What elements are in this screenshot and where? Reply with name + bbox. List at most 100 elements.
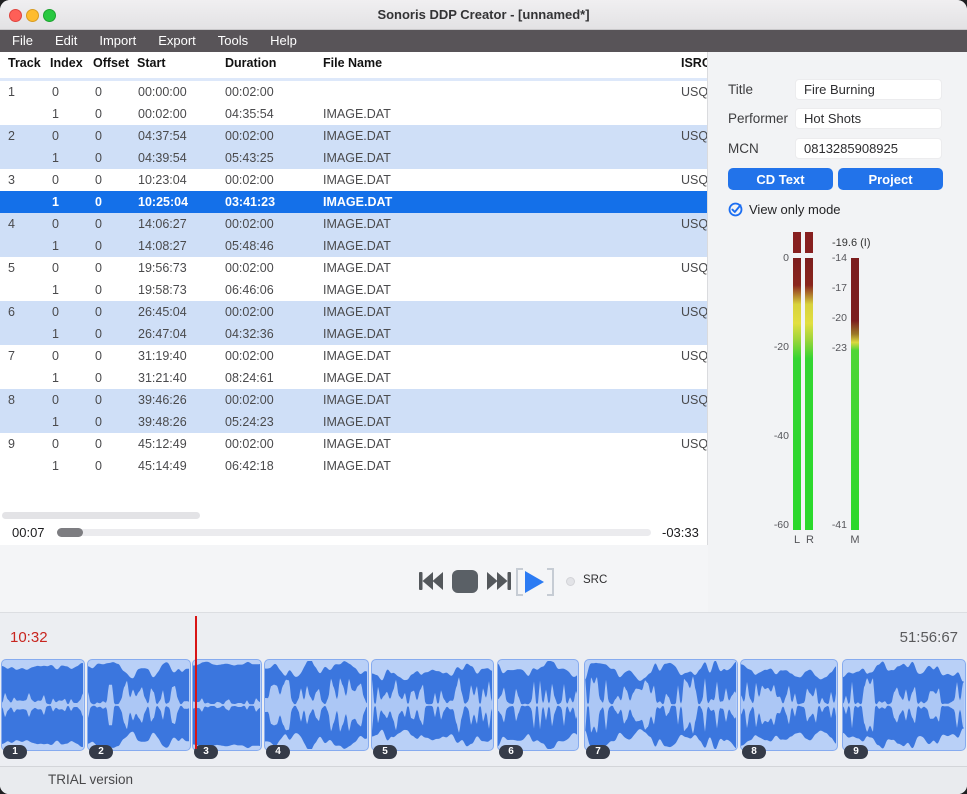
table-row[interactable]: 60026:45:0400:02:00IMAGE.DATUSQ	[0, 301, 708, 323]
mcn-field[interactable]: 0813285908925	[795, 138, 942, 159]
cell-start: 14:08:27	[138, 235, 187, 257]
next-track-button[interactable]	[487, 571, 511, 594]
waveform-track-segment[interactable]	[584, 659, 738, 751]
track-number-badge: 7	[586, 745, 610, 759]
stop-button[interactable]	[452, 570, 478, 593]
table-row[interactable]: 30010:23:0400:02:00IMAGE.DATUSQ	[0, 169, 708, 191]
cell-file: IMAGE.DAT	[323, 213, 391, 235]
table-row[interactable]: 1039:48:2605:24:23IMAGE.DAT	[0, 411, 708, 433]
cell-track: 4	[8, 213, 15, 235]
menu-item-help[interactable]: Help	[270, 30, 297, 52]
cell-index: 1	[52, 411, 59, 433]
table-row[interactable]: 1010:25:0403:41:23IMAGE.DAT	[0, 191, 708, 213]
play-focus-bracket-left	[516, 568, 523, 596]
project-button[interactable]: Project	[838, 168, 943, 190]
waveform-track-segment[interactable]	[264, 659, 369, 751]
table-row[interactable]: 1004:39:5405:43:25IMAGE.DAT	[0, 147, 708, 169]
menu-item-tools[interactable]: Tools	[218, 30, 248, 52]
table-row[interactable]: 40014:06:2700:02:00IMAGE.DATUSQ	[0, 213, 708, 235]
table-row[interactable]: 1031:21:4008:24:61IMAGE.DAT	[0, 367, 708, 389]
play-button[interactable]	[524, 570, 545, 597]
cell-isrc: USQ	[681, 389, 708, 411]
table-row[interactable]: 80039:46:2600:02:00IMAGE.DATUSQ	[0, 389, 708, 411]
cell-file: IMAGE.DAT	[323, 301, 391, 323]
player-seek-row: 00:07 -03:33	[0, 522, 707, 545]
playhead-cursor[interactable]	[195, 616, 197, 749]
cell-index: 1	[52, 279, 59, 301]
performer-field[interactable]: Hot Shots	[795, 108, 942, 129]
track-number-badge: 6	[499, 745, 523, 759]
waveform-track-segment[interactable]	[87, 659, 191, 751]
cell-track: 9	[8, 433, 15, 455]
column-header-duration[interactable]: Duration	[225, 56, 276, 70]
track-number-badge: 4	[266, 745, 290, 759]
seek-slider-thumb[interactable]	[57, 528, 83, 537]
clip-indicator-right	[805, 232, 813, 253]
table-row[interactable]: 1026:47:0404:32:36IMAGE.DAT	[0, 323, 708, 345]
cell-track: 3	[8, 169, 15, 191]
cell-isrc: USQ	[681, 169, 708, 191]
cell-index: 1	[52, 191, 59, 213]
waveform-track-segment[interactable]	[740, 659, 838, 751]
cell-duration: 05:24:23	[225, 411, 274, 433]
title-field[interactable]: Fire Burning	[795, 79, 942, 100]
column-header-track[interactable]: Track	[8, 56, 41, 70]
seek-slider[interactable]	[57, 529, 651, 536]
table-row[interactable]: 20004:37:5400:02:00IMAGE.DATUSQ	[0, 125, 708, 147]
cell-duration: 06:46:06	[225, 279, 274, 301]
waveform-track-segment[interactable]	[371, 659, 494, 751]
cell-track: 1	[8, 81, 15, 103]
m-scale-tick: -20	[817, 312, 847, 324]
cell-isrc: USQ	[681, 345, 708, 367]
cell-start: 19:58:73	[138, 279, 187, 301]
cell-file: IMAGE.DAT	[323, 455, 391, 477]
menu-item-edit[interactable]: Edit	[55, 30, 77, 52]
table-row[interactable]: 1000:02:0004:35:54IMAGE.DAT	[0, 103, 708, 125]
cell-index: 0	[52, 169, 59, 191]
cell-start: 10:23:04	[138, 169, 187, 191]
table-row[interactable]: 50019:56:7300:02:00IMAGE.DATUSQ	[0, 257, 708, 279]
src-label: SRC	[583, 574, 607, 586]
table-row[interactable]: 1019:58:7306:46:06IMAGE.DAT	[0, 279, 708, 301]
column-header-isrc[interactable]: ISRC	[681, 56, 708, 70]
trial-version-text: TRIAL version	[48, 772, 133, 787]
cell-duration: 00:02:00	[225, 81, 274, 103]
cell-index: 1	[52, 147, 59, 169]
column-header-start[interactable]: Start	[137, 56, 165, 70]
table-row[interactable]: 1014:08:2705:48:46IMAGE.DAT	[0, 235, 708, 257]
waveform-track-segment[interactable]	[1, 659, 85, 751]
cell-start: 19:56:73	[138, 257, 187, 279]
cell-duration: 00:02:00	[225, 213, 274, 235]
cell-offset: 0	[95, 81, 102, 103]
cell-duration: 00:02:00	[225, 169, 274, 191]
horizontal-scrollbar[interactable]	[2, 512, 200, 519]
cell-offset: 0	[95, 345, 102, 367]
cell-file: IMAGE.DAT	[323, 235, 391, 257]
cell-offset: 0	[95, 125, 102, 147]
title-bar: Sonoris DDP Creator - [unnamed*]	[0, 0, 967, 30]
menu-item-export[interactable]: Export	[158, 30, 196, 52]
waveform-track-segment[interactable]	[192, 659, 262, 751]
table-row[interactable]: 1045:14:4906:42:18IMAGE.DAT	[0, 455, 708, 477]
cell-isrc: USQ	[681, 213, 708, 235]
cell-duration: 04:32:36	[225, 323, 274, 345]
waveform-track-segment[interactable]	[842, 659, 966, 751]
table-row[interactable]: 10000:00:0000:02:00USQ	[0, 81, 708, 103]
menu-item-import[interactable]: Import	[99, 30, 136, 52]
column-header-index[interactable]: Index	[50, 56, 83, 70]
cell-start: 31:21:40	[138, 367, 187, 389]
m-scale-tick: -23	[817, 342, 847, 354]
cell-offset: 0	[95, 411, 102, 433]
table-row[interactable]: 90045:12:4900:02:00IMAGE.DATUSQ	[0, 433, 708, 455]
previous-track-button[interactable]	[419, 571, 443, 594]
cd-text-button[interactable]: CD Text	[728, 168, 833, 190]
view-only-checkbox[interactable]: View only mode	[728, 201, 841, 217]
waveform-track-segment[interactable]	[497, 659, 579, 751]
cell-duration: 00:02:00	[225, 389, 274, 411]
column-header-file-name[interactable]: File Name	[323, 56, 382, 70]
cell-index: 0	[52, 389, 59, 411]
table-row[interactable]: 70031:19:4000:02:00IMAGE.DATUSQ	[0, 345, 708, 367]
column-header-offset[interactable]: Offset	[93, 56, 129, 70]
menu-item-file[interactable]: File	[12, 30, 33, 52]
track-number-badge: 9	[844, 745, 868, 759]
